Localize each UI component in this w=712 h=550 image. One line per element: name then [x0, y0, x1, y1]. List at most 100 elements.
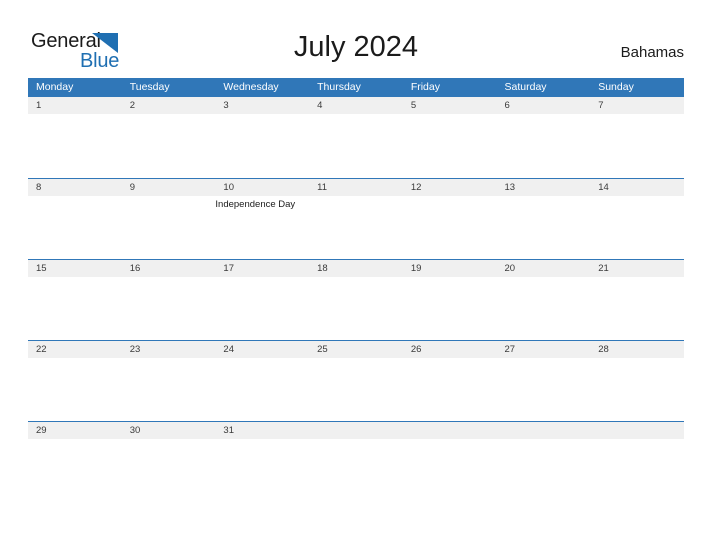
event-cell[interactable]	[309, 358, 403, 422]
event-cell[interactable]	[215, 114, 309, 178]
event-cell[interactable]	[590, 277, 684, 341]
day-cell[interactable]: 29	[28, 422, 122, 439]
day-cell[interactable]: 14	[590, 179, 684, 196]
event-cell[interactable]	[215, 358, 309, 422]
weekday-thursday: Thursday	[317, 81, 361, 93]
day-number: 2	[129, 100, 135, 111]
event-cell[interactable]	[309, 439, 403, 503]
event-cell[interactable]	[497, 277, 591, 341]
event-cell[interactable]	[497, 358, 591, 422]
event-cell[interactable]	[28, 196, 122, 260]
event-cell[interactable]	[403, 277, 497, 341]
day-cell[interactable]: 4	[309, 97, 403, 114]
day-number: 22	[36, 344, 47, 355]
day-cell[interactable]: 8	[28, 179, 122, 196]
event-cell[interactable]	[28, 277, 122, 341]
event-cell[interactable]	[122, 114, 216, 178]
day-number: 23	[129, 344, 141, 355]
event-cell[interactable]	[122, 196, 216, 260]
day-number: 4	[317, 100, 323, 111]
week-row: 8 9 10 11 12 13 14 Independence Day	[28, 178, 684, 260]
event-cell[interactable]	[309, 277, 403, 341]
day-cell[interactable]: 6	[497, 97, 591, 114]
day-number: 28	[598, 344, 609, 355]
day-number: 26	[410, 344, 422, 355]
day-cell[interactable]: 31	[215, 422, 309, 439]
day-number: 14	[598, 182, 609, 193]
event-cell[interactable]	[309, 196, 403, 260]
day-cell[interactable]: 25	[309, 341, 403, 358]
day-number: 16	[129, 263, 141, 274]
day-cell[interactable]: 26	[403, 341, 497, 358]
day-cell[interactable]: 22	[28, 341, 122, 358]
weekday-header-row: Monday Tuesday Wednesday Thursday Friday…	[28, 78, 684, 97]
day-cell[interactable]: 19	[403, 260, 497, 277]
day-cell[interactable]: 5	[403, 97, 497, 114]
day-cell[interactable]: 2	[122, 97, 216, 114]
day-cell[interactable]: 30	[122, 422, 216, 439]
day-number: 18	[317, 263, 328, 274]
event-cell[interactable]	[403, 114, 497, 178]
weekday-saturday: Saturday	[504, 81, 547, 93]
day-cell[interactable]: 18	[309, 260, 403, 277]
event-cell[interactable]	[590, 196, 684, 260]
day-cell[interactable]: 3	[215, 97, 309, 114]
event-cell[interactable]	[590, 114, 684, 178]
event-cell[interactable]	[403, 196, 497, 260]
event-cell[interactable]	[122, 358, 216, 422]
event-cell[interactable]	[215, 439, 309, 503]
day-number: 21	[598, 263, 609, 274]
event-cell[interactable]	[28, 439, 122, 503]
week-event-strip	[28, 358, 684, 422]
event-cell[interactable]	[497, 196, 591, 260]
day-cell[interactable]	[309, 422, 403, 439]
event-cell[interactable]	[403, 358, 497, 422]
day-cell[interactable]: 13	[497, 179, 591, 196]
event-cell[interactable]	[497, 439, 591, 503]
country-label: Bahamas	[620, 44, 684, 61]
event-cell[interactable]	[309, 114, 403, 178]
day-number: 31	[223, 425, 234, 436]
day-cell[interactable]: 24	[215, 341, 309, 358]
week-date-strip: 8 9 10 11 12 13 14	[28, 179, 684, 196]
week-date-strip: 29 30 31	[28, 422, 684, 439]
day-cell[interactable]: 27	[497, 341, 591, 358]
event-cell[interactable]	[403, 439, 497, 503]
day-cell[interactable]: 9	[122, 179, 216, 196]
week-event-strip	[28, 439, 684, 503]
event-cell[interactable]	[590, 358, 684, 422]
day-cell[interactable]: 20	[497, 260, 591, 277]
day-cell[interactable]: 12	[403, 179, 497, 196]
event-cell[interactable]	[28, 114, 122, 178]
day-cell[interactable]: 15	[28, 260, 122, 277]
event-cell[interactable]: Independence Day	[215, 196, 309, 260]
day-cell[interactable]: 23	[122, 341, 216, 358]
day-cell[interactable]: 21	[590, 260, 684, 277]
day-cell[interactable]: 11	[309, 179, 403, 196]
event-cell[interactable]	[215, 277, 309, 341]
day-number: 6	[504, 100, 510, 111]
event-cell[interactable]	[122, 439, 216, 503]
day-cell[interactable]	[497, 422, 591, 439]
day-cell[interactable]	[403, 422, 497, 439]
day-number: 5	[410, 100, 417, 111]
day-cell[interactable]: 1	[28, 97, 122, 114]
event-cell[interactable]	[28, 358, 122, 422]
event-cell[interactable]	[122, 277, 216, 341]
day-cell[interactable]	[590, 422, 684, 439]
day-number: 9	[129, 182, 135, 193]
day-number: 11	[317, 182, 327, 193]
event-cell[interactable]	[497, 114, 591, 178]
day-cell[interactable]: 16	[122, 260, 216, 277]
day-cell[interactable]: 17	[215, 260, 309, 277]
day-number: 30	[129, 425, 141, 436]
weekday-wednesday: Wednesday	[223, 81, 279, 93]
day-number: 25	[317, 344, 328, 355]
day-cell[interactable]: 7	[590, 97, 684, 114]
week-event-strip: Independence Day	[28, 196, 684, 260]
event-cell[interactable]	[590, 439, 684, 503]
day-cell[interactable]: 10	[215, 179, 309, 196]
weekday-friday: Friday	[410, 81, 440, 93]
day-cell[interactable]: 28	[590, 341, 684, 358]
day-number: 20	[504, 263, 516, 274]
